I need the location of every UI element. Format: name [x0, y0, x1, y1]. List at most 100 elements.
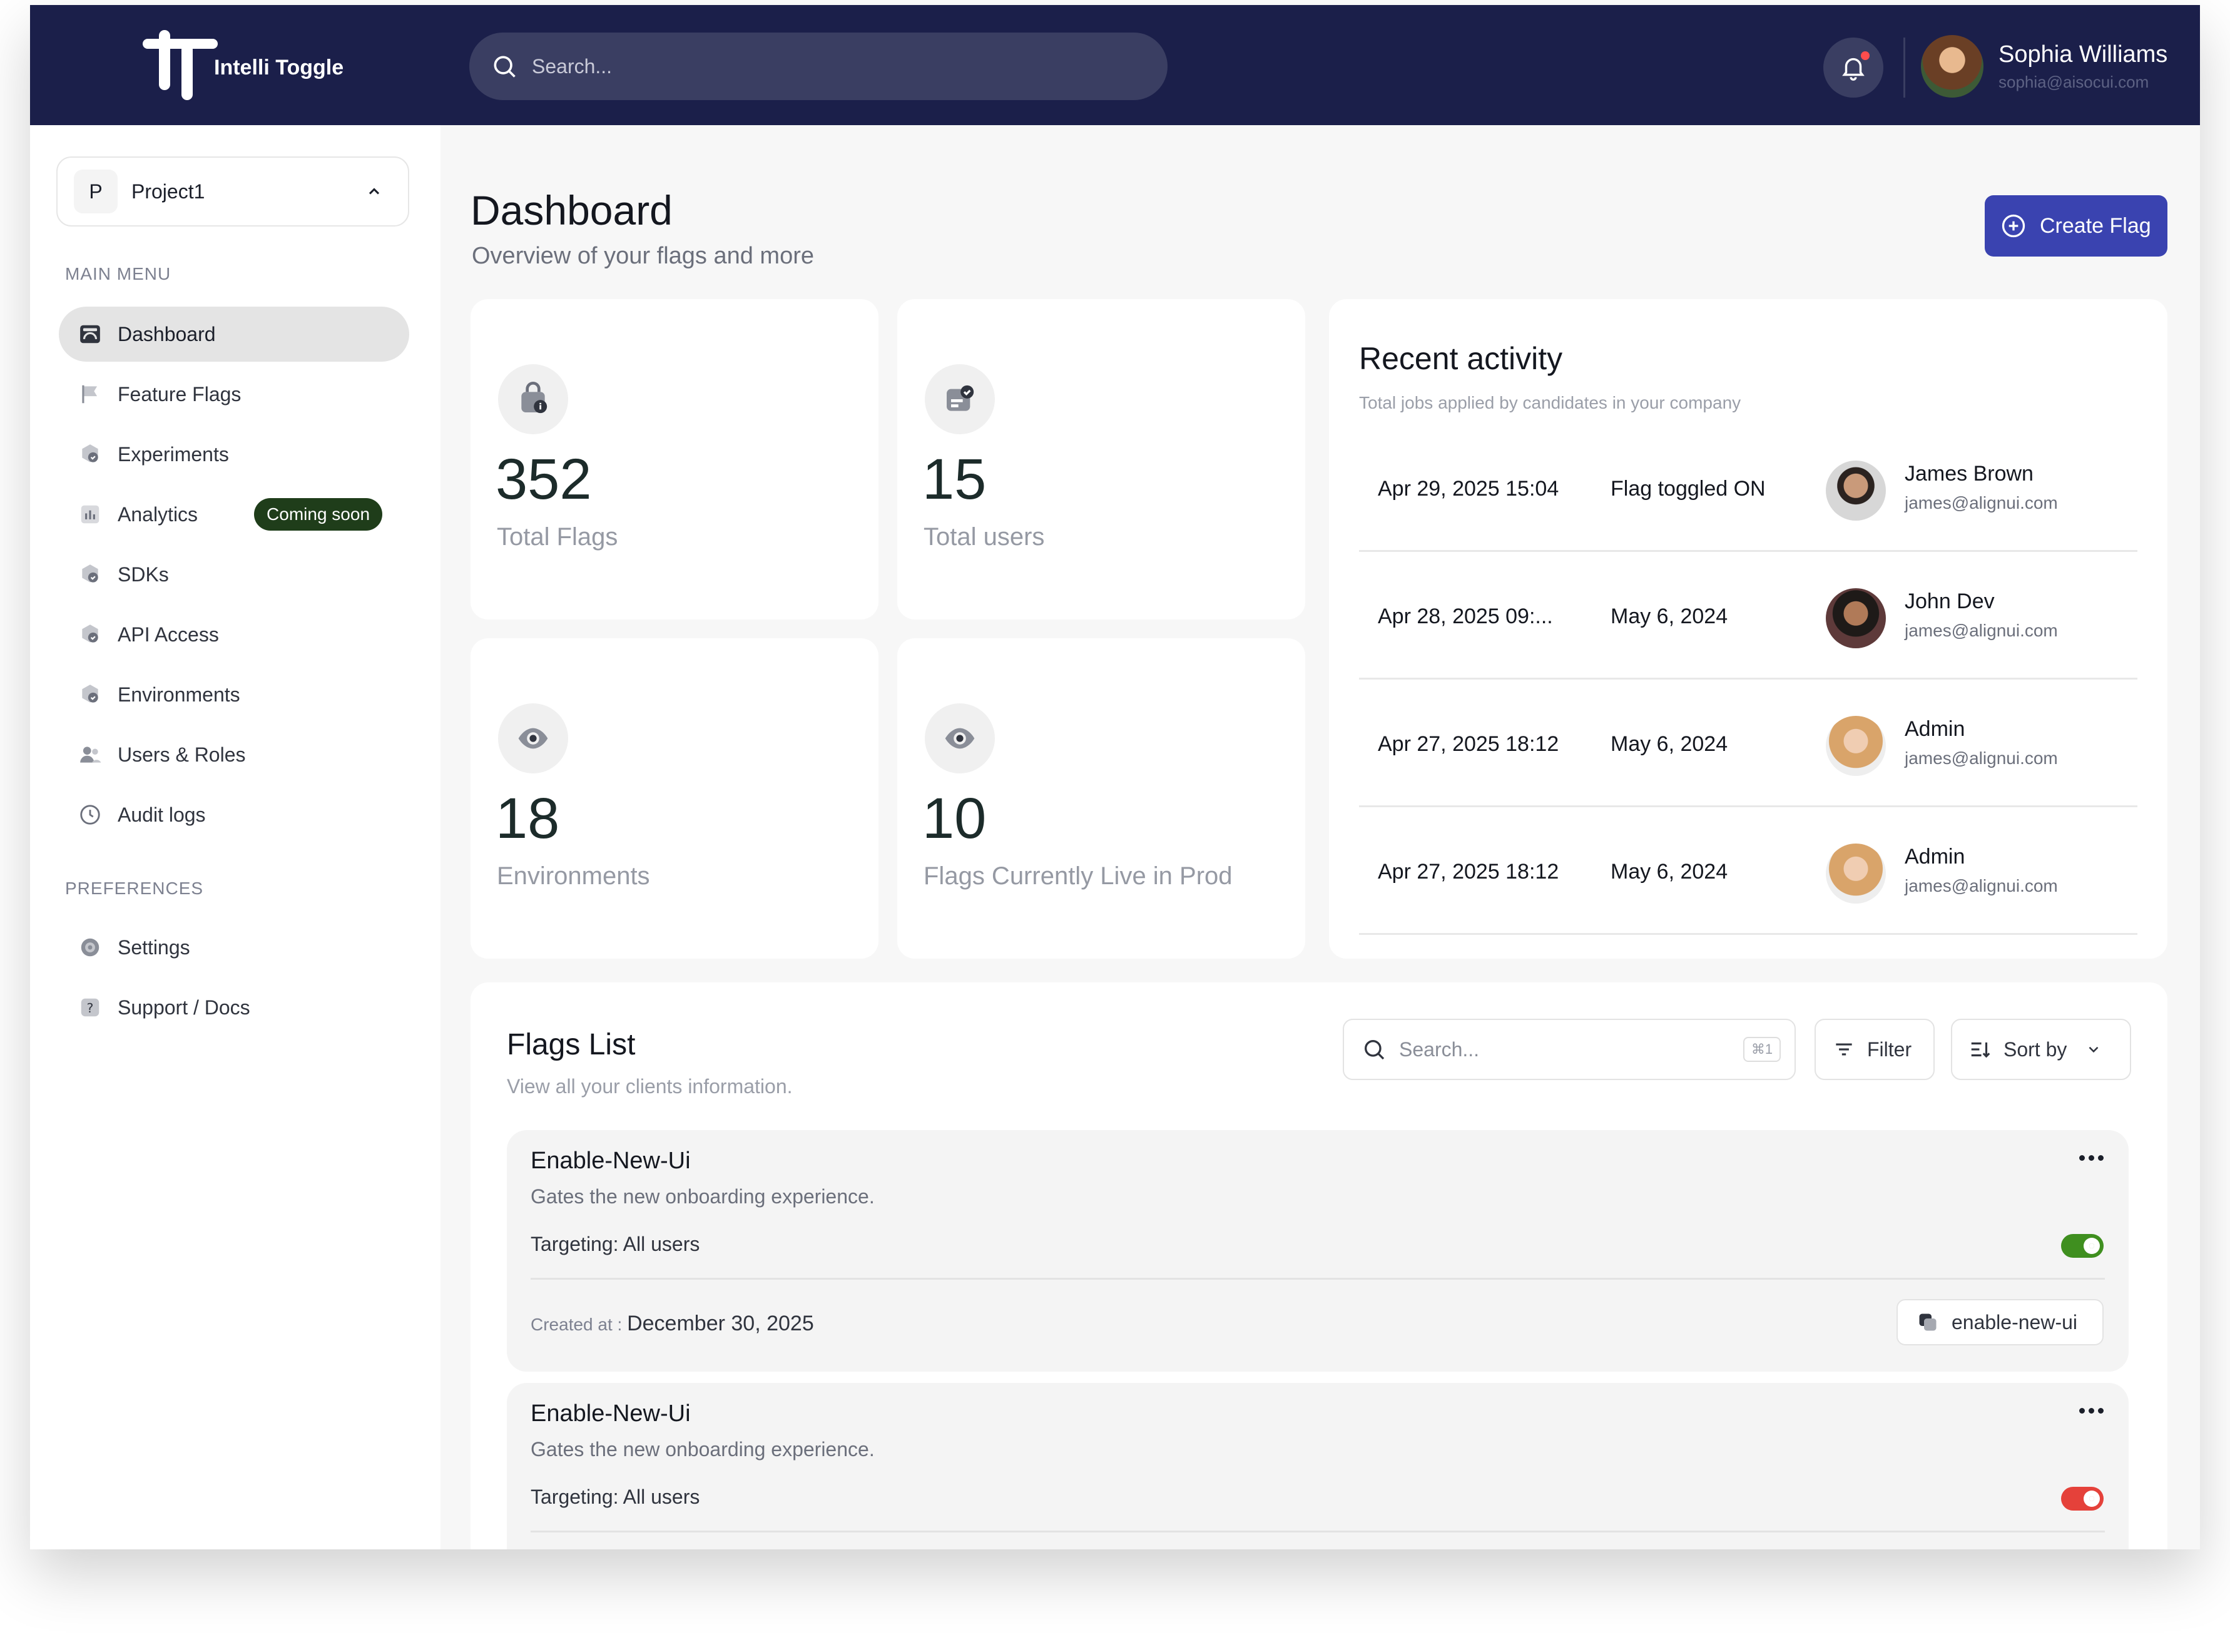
- stat-value: 18: [496, 787, 560, 850]
- sidebar-item-api-access[interactable]: API Access: [59, 607, 409, 662]
- activity-action: May 6, 2024: [1611, 732, 1728, 756]
- user-avatar[interactable]: [1921, 35, 1983, 98]
- eye-icon: [498, 703, 568, 773]
- environments-icon: [78, 682, 103, 707]
- app-logo[interactable]: Intelli Toggle: [143, 30, 344, 100]
- eye-icon: [925, 703, 995, 773]
- page-title: Dashboard: [471, 187, 673, 233]
- sidebar-item-label: API Access: [118, 623, 219, 646]
- chevron-down-icon: [2089, 1046, 2099, 1053]
- activity-row[interactable]: Apr 29, 2025 15:04 Flag toggled ON James…: [1359, 424, 2137, 552]
- user-card-icon: [925, 364, 995, 434]
- flag-created: Created at : December 30, 2025: [531, 1312, 814, 1336]
- activity-row[interactable]: Apr 27, 2025 18:12 May 6, 2024 Admin jam…: [1359, 807, 2137, 935]
- flag-item[interactable]: Enable-New-Ui Gates the new onboarding e…: [507, 1130, 2129, 1372]
- sidebar-item-audit-logs[interactable]: Audit logs: [59, 787, 409, 842]
- divider: [531, 1531, 2105, 1532]
- flag-targeting: Targeting: All users: [531, 1486, 700, 1508]
- flags-list-title: Flags List: [507, 1028, 636, 1061]
- stat-value: 15: [922, 447, 987, 511]
- sidebar-item-label: Feature Flags: [118, 382, 242, 405]
- sidebar-item-support-docs[interactable]: ? Support / Docs: [59, 980, 409, 1035]
- global-search-input[interactable]: Search...: [469, 33, 1168, 100]
- sidebar-item-dashboard[interactable]: Dashboard: [59, 307, 409, 362]
- sidebar-item-settings[interactable]: Settings: [59, 920, 409, 975]
- flag-name: Enable-New-Ui: [531, 1148, 691, 1174]
- recent-activity-subtitle: Total jobs applied by candidates in your…: [1359, 393, 1741, 412]
- stat-label: Flags Currently Live in Prod: [924, 862, 1233, 890]
- divider: [531, 1278, 2105, 1280]
- sidebar-item-feature-flags[interactable]: Feature Flags: [59, 367, 409, 422]
- sidebar-item-label: SDKs: [118, 563, 169, 586]
- flag-item[interactable]: Enable-New-Ui Gates the new onboarding e…: [507, 1383, 2129, 1549]
- flag-targeting: Targeting: All users: [531, 1233, 700, 1255]
- svg-text:?: ?: [87, 1001, 94, 1016]
- created-date: December 30, 2025: [627, 1312, 814, 1335]
- sidebar-item-experiments[interactable]: Experiments: [59, 427, 409, 482]
- activity-user-email: james@alignui.com: [1905, 621, 2058, 640]
- flags-list-card: Flags List View all your clients informa…: [471, 982, 2167, 1549]
- sidebar-item-label: Experiments: [118, 442, 229, 466]
- sidebar-item-environments[interactable]: Environments: [59, 667, 409, 722]
- dashboard-icon: [78, 322, 103, 347]
- sort-by-dropdown[interactable]: Sort by: [1951, 1019, 2131, 1080]
- activity-row[interactable]: Apr 27, 2025 18:12 May 6, 2024 Admin jam…: [1359, 680, 2137, 807]
- created-label: Created at :: [531, 1315, 628, 1334]
- sort-label: Sort by: [2003, 1038, 2067, 1061]
- filter-icon: [1836, 1043, 1852, 1056]
- stat-value: 352: [496, 447, 592, 511]
- sdk-icon: [78, 562, 103, 587]
- bag-info-icon: [498, 364, 568, 434]
- sidebar-item-analytics[interactable]: Analytics Coming soon: [59, 487, 409, 542]
- flags-list-subtitle: View all your clients information.: [507, 1075, 793, 1098]
- search-placeholder: Search...: [532, 54, 613, 78]
- app-name: Intelli Toggle: [214, 55, 344, 79]
- stat-label: Total Flags: [497, 523, 618, 551]
- experiments-icon: [78, 442, 103, 467]
- create-flag-button[interactable]: Create Flag: [1985, 195, 2167, 257]
- main-menu-title: MAIN MENU: [65, 264, 171, 283]
- flags-search-input[interactable]: Search... ⌘1: [1343, 1019, 1796, 1080]
- filter-button[interactable]: Filter: [1815, 1019, 1935, 1080]
- stat-label: Environments: [497, 862, 650, 890]
- project-initial: P: [74, 170, 118, 213]
- more-options-icon[interactable]: [2079, 1155, 2104, 1161]
- activity-row[interactable]: Apr 28, 2025 09:... May 6, 2024 John Dev…: [1359, 552, 2137, 680]
- create-flag-label: Create Flag: [2040, 213, 2151, 238]
- activity-user-email: james@alignui.com: [1905, 876, 2058, 895]
- stat-value: 10: [922, 787, 987, 850]
- gear-icon: [78, 935, 103, 960]
- flag-toggle[interactable]: [2061, 1487, 2104, 1511]
- sidebar-item-sdks[interactable]: SDKs: [59, 547, 409, 602]
- avatar: [1826, 588, 1886, 648]
- filter-label: Filter: [1867, 1038, 1912, 1061]
- avatar: [1826, 461, 1886, 521]
- avatar: [1826, 716, 1886, 776]
- shortcut-hint: ⌘1: [1743, 1037, 1781, 1062]
- preferences-title: PREFERENCES: [65, 879, 204, 898]
- activity-date: Apr 29, 2025 15:04: [1378, 477, 1559, 501]
- activity-date: Apr 27, 2025 18:12: [1378, 732, 1559, 756]
- flag-name: Enable-New-Ui: [531, 1400, 691, 1427]
- divider: [1903, 38, 1905, 98]
- more-options-icon[interactable]: [2079, 1408, 2104, 1414]
- activity-date: Apr 27, 2025 18:12: [1378, 860, 1559, 884]
- logo-icon: [143, 30, 218, 100]
- user-name[interactable]: Sophia Williams: [1998, 41, 2167, 68]
- activity-action: May 6, 2024: [1611, 860, 1728, 884]
- sidebar-item-users-roles[interactable]: Users & Roles: [59, 727, 409, 782]
- flag-toggle[interactable]: [2061, 1234, 2104, 1258]
- sidebar-item-label: Audit logs: [118, 803, 206, 826]
- page-subtitle: Overview of your flags and more: [472, 243, 815, 269]
- project-name: Project1: [131, 180, 205, 203]
- stat-card-total-users: 15 Total users: [897, 299, 1305, 620]
- copy-flag-key-button[interactable]: enable-new-ui: [1896, 1299, 2104, 1345]
- recent-activity-title: Recent activity: [1359, 341, 1563, 376]
- notifications-button[interactable]: [1823, 38, 1883, 98]
- clock-icon: [78, 802, 103, 827]
- project-selector[interactable]: P Project1: [56, 156, 409, 227]
- copy-icon: [1919, 1313, 1937, 1331]
- activity-action: May 6, 2024: [1611, 604, 1728, 628]
- sidebar-item-label: Settings: [118, 936, 190, 959]
- notification-dot: [1861, 51, 1870, 60]
